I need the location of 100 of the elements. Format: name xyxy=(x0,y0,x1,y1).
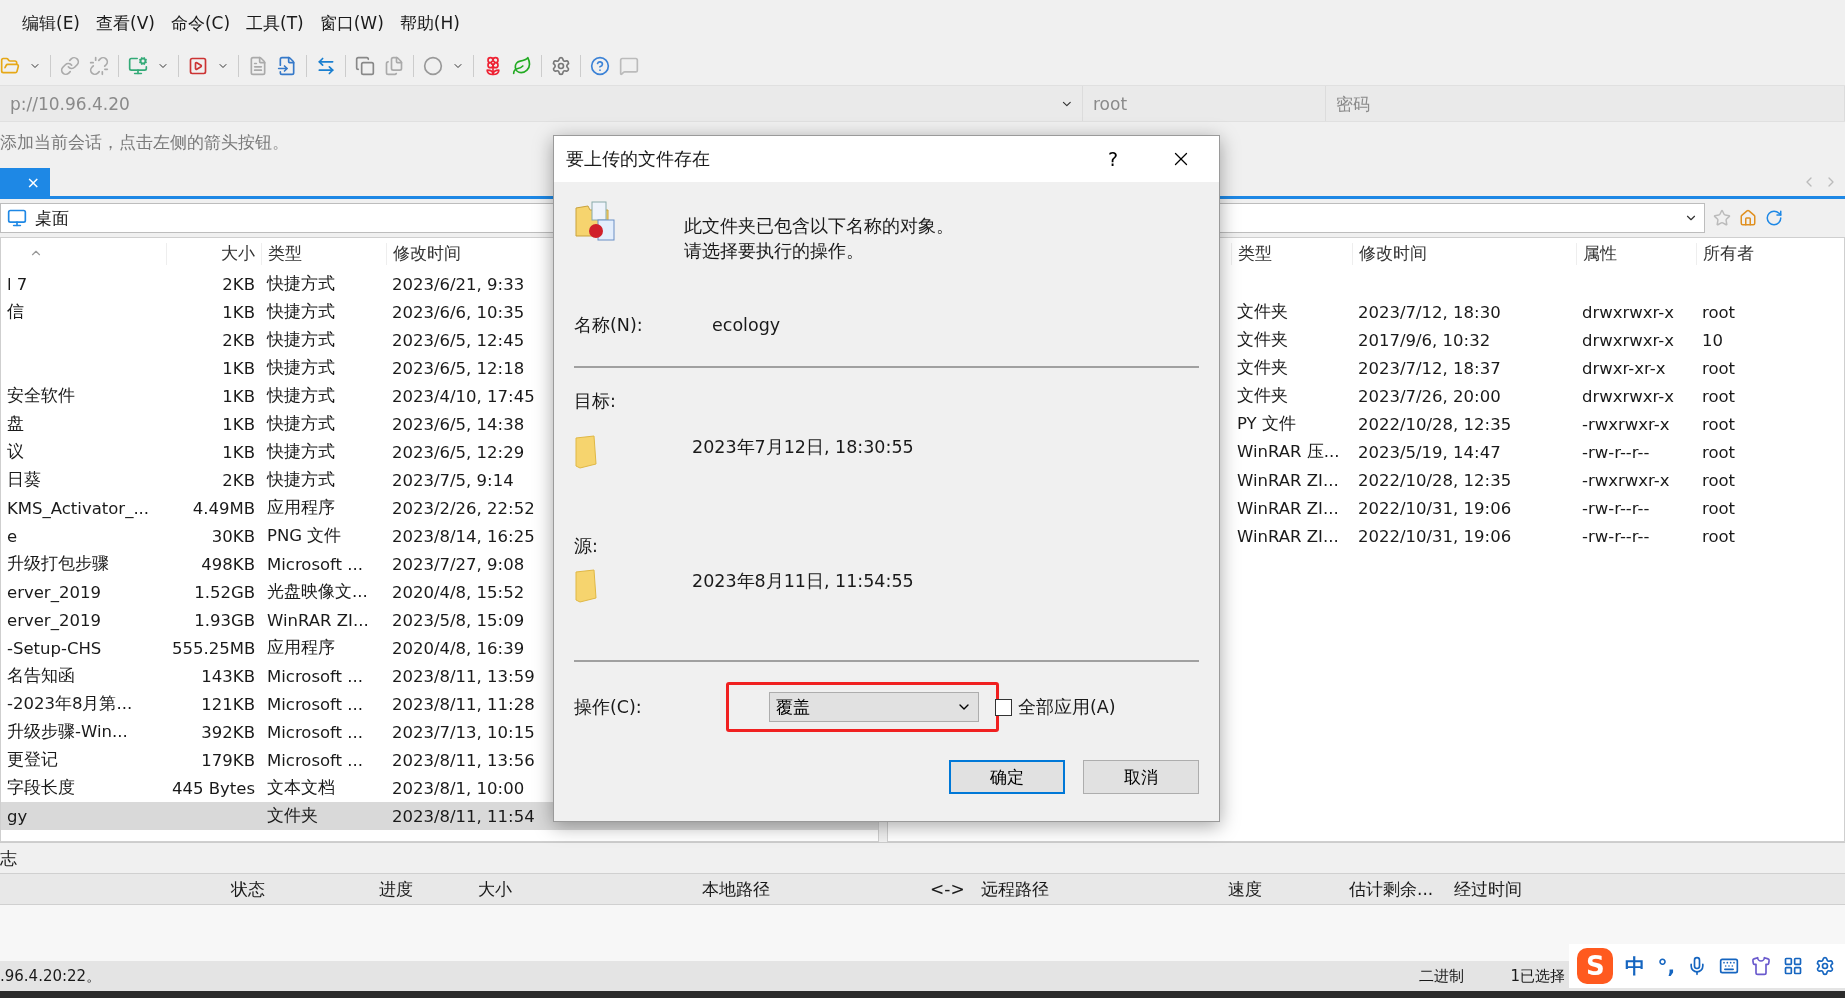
file-owner: 10 xyxy=(1701,330,1724,350)
folder-icon xyxy=(574,568,600,604)
refresh-icon[interactable] xyxy=(1765,209,1783,227)
password-box[interactable]: 密码 xyxy=(1326,86,1845,121)
file-name: 字段长度 xyxy=(6,777,76,799)
play-icon[interactable] xyxy=(188,56,208,76)
column-header[interactable]: 经过时间 xyxy=(1448,877,1568,901)
link-icon[interactable] xyxy=(60,56,80,76)
menu-item[interactable]: 工具(T) xyxy=(240,12,310,35)
column-header[interactable]: 大小 xyxy=(166,243,261,265)
column-header[interactable]: 属性 xyxy=(1576,243,1696,265)
file-name: ecology xyxy=(712,314,781,337)
hint-text: 添加当前会话，点击左侧的箭头按钮。 xyxy=(0,130,289,154)
file-owner: root xyxy=(1701,386,1737,406)
column-header[interactable]: 进度 xyxy=(373,877,472,901)
file-date: 2020/4/8, 15:52 xyxy=(391,582,526,602)
file-type: 文件夹 xyxy=(1236,301,1289,323)
menu-item[interactable]: 帮助(H) xyxy=(393,12,466,35)
ime-mode[interactable]: 中 xyxy=(1625,952,1646,980)
settings-icon[interactable] xyxy=(551,56,571,76)
circle-icon[interactable] xyxy=(423,56,443,76)
file-type: 快捷方式 xyxy=(265,357,336,379)
action-dropdown[interactable]: 覆盖 xyxy=(769,692,979,722)
files-icon[interactable] xyxy=(384,56,404,76)
menu-item[interactable]: 命令(C) xyxy=(164,12,237,35)
grid-icon[interactable] xyxy=(1783,956,1803,976)
settings-icon[interactable] xyxy=(1815,956,1835,976)
mic-icon[interactable] xyxy=(1687,956,1707,976)
file-size: 1KB xyxy=(221,414,256,434)
file-date: 2020/4/8, 16:39 xyxy=(391,638,526,658)
column-header[interactable]: 类型 xyxy=(1231,243,1352,265)
file-size: 121KB xyxy=(200,694,256,714)
file-date: 2023/7/12, 18:37 xyxy=(1357,358,1502,378)
menu-item[interactable]: 查看(V) xyxy=(90,12,161,35)
file-permissions: -rwxrwxr-x xyxy=(1581,414,1671,434)
file-arrow-icon[interactable] xyxy=(277,56,297,76)
file-type: 应用程序 xyxy=(266,637,336,659)
chat-icon[interactable] xyxy=(619,56,639,76)
file-type: Microsoft ... xyxy=(266,554,365,574)
file-owner: root xyxy=(1701,358,1737,378)
column-header[interactable]: <-> xyxy=(924,879,975,899)
help-button[interactable]: ? xyxy=(1083,136,1143,182)
file-name: 议 xyxy=(6,441,25,463)
file-permissions: drwxr-xr-x xyxy=(1581,358,1667,378)
help-icon[interactable] xyxy=(590,56,610,76)
column-header[interactable]: 大小 xyxy=(472,877,696,901)
file-name: l 7 xyxy=(6,274,29,294)
folder-icon[interactable] xyxy=(0,56,20,76)
column-header[interactable]: 本地路径 xyxy=(696,877,924,901)
keyboard-icon[interactable] xyxy=(1719,956,1739,976)
file-type: 文件夹 xyxy=(1236,357,1289,379)
column-header[interactable]: 状态 xyxy=(225,877,373,901)
file-type: WinRAR ZI... xyxy=(1236,470,1340,490)
file-date: 2023/8/14, 16:25 xyxy=(391,526,536,546)
file-type: 快捷方式 xyxy=(265,329,336,351)
column-header[interactable]: 修改时间 xyxy=(386,243,536,265)
column-header[interactable]: 速度 xyxy=(1222,877,1343,901)
file-date: 2023/5/19, 14:47 xyxy=(1357,442,1502,462)
file-date: 2023/6/5, 12:18 xyxy=(391,358,526,378)
star-icon[interactable] xyxy=(1713,209,1731,227)
column-header[interactable]: 修改时间 xyxy=(1352,243,1576,265)
home-icon[interactable] xyxy=(1739,209,1757,227)
file-type: WinRAR ZI... xyxy=(1236,526,1340,546)
password-field[interactable]: 密码 xyxy=(1326,92,1836,115)
file-type: 快捷方式 xyxy=(265,441,336,463)
dialog-button[interactable]: 取消 xyxy=(1083,760,1199,794)
dialog-button[interactable]: 确定 xyxy=(949,760,1065,794)
file-type: 快捷方式 xyxy=(265,413,336,435)
monitor-icon[interactable] xyxy=(7,208,27,228)
status-item: 二进制 xyxy=(1419,966,1465,986)
source-label: 源: xyxy=(574,535,599,558)
file-date: 2023/8/11, 11:54 xyxy=(391,806,536,826)
session-tab[interactable]: × xyxy=(0,168,50,196)
column-header[interactable]: 估计剩余... xyxy=(1343,877,1448,901)
menu-item[interactable]: 窗口(W) xyxy=(313,12,390,35)
file-date: 2023/7/5, 9:14 xyxy=(391,470,515,490)
file-type: 快捷方式 xyxy=(265,469,336,491)
swap-arrows-icon[interactable] xyxy=(316,56,336,76)
file-date: 2023/8/11, 13:59 xyxy=(391,666,536,686)
monitor-gear-icon[interactable] xyxy=(128,56,148,76)
ime-mode[interactable]: °, xyxy=(1657,954,1675,978)
log-tab[interactable]: 志 xyxy=(0,846,17,870)
leaf-icon[interactable] xyxy=(512,56,532,76)
copy-icon[interactable] xyxy=(355,56,375,76)
unlink-icon[interactable] xyxy=(89,56,109,76)
column-header[interactable]: 所有者 xyxy=(1696,243,1806,265)
file-date: 2023/6/21, 9:33 xyxy=(391,274,526,294)
file-size: 2KB xyxy=(221,274,256,294)
document-icon[interactable] xyxy=(248,56,268,76)
file-date: 2023/2/26, 22:52 xyxy=(391,498,536,518)
file-owner: root xyxy=(1701,526,1737,546)
file-size: 2KB xyxy=(221,470,256,490)
shirt-icon[interactable] xyxy=(1751,956,1771,976)
file-date: 2023/5/8, 15:09 xyxy=(391,610,526,630)
column-header[interactable]: 类型 xyxy=(261,243,386,265)
menu-item[interactable]: 编辑(E) xyxy=(16,12,86,35)
column-header[interactable]: 远程路径 xyxy=(975,877,1222,901)
apply-all-checkbox[interactable]: 全部应用(A) xyxy=(995,694,1116,720)
file-size: 392KB xyxy=(200,722,256,742)
file-permissions: -rw-r--r-- xyxy=(1581,498,1651,518)
